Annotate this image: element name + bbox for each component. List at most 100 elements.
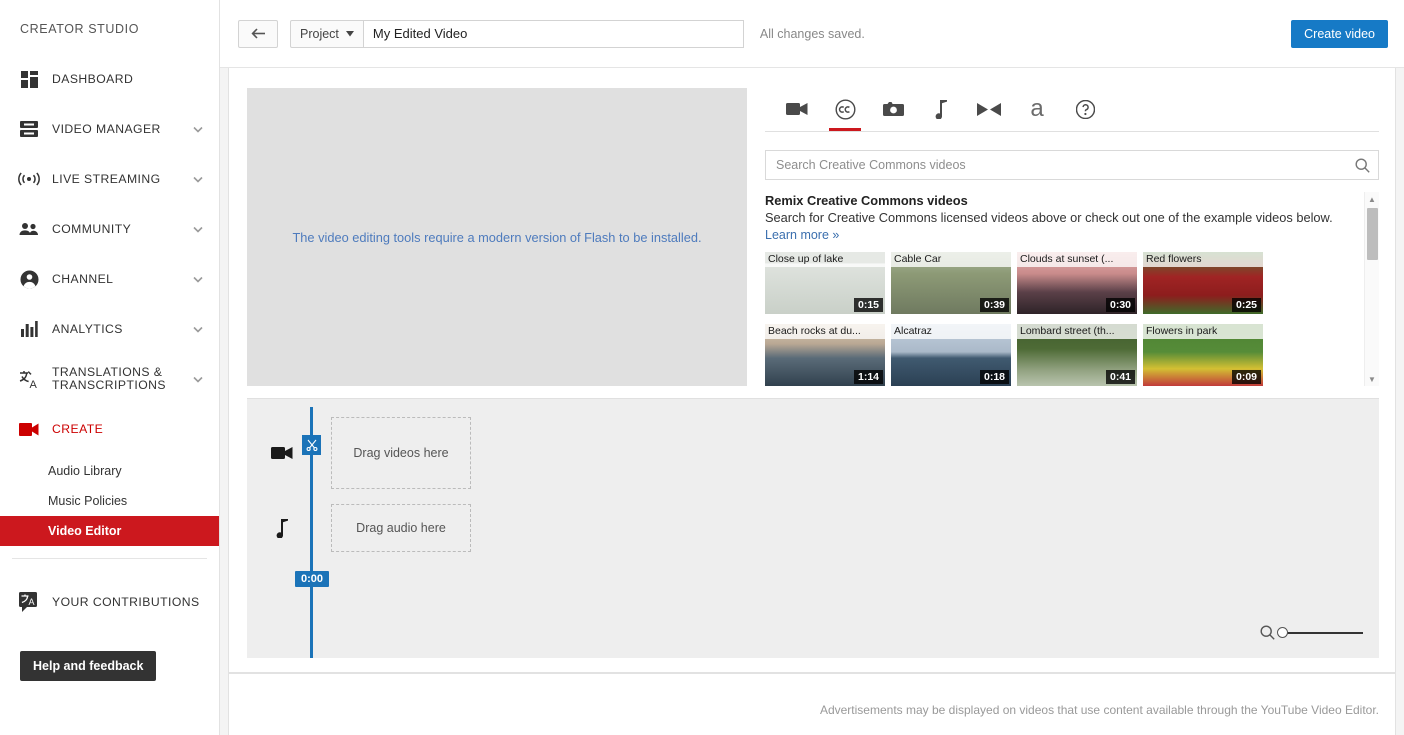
workspace: The video editing tools require a modern… xyxy=(228,68,1396,673)
sidebar-item-create[interactable]: CREATE xyxy=(0,404,219,454)
community-icon xyxy=(18,218,40,240)
tab-videos[interactable] xyxy=(773,87,821,131)
video-editor-page: CREATOR STUDIO DASHBOARD VIDEO MANAGER L… xyxy=(0,0,1404,735)
video-track-row: Drag videos here xyxy=(265,417,471,489)
search-input[interactable] xyxy=(776,158,1355,172)
learn-more-link[interactable]: Learn more » xyxy=(765,226,1357,244)
sidebar-item-label: COMMUNITY xyxy=(52,222,191,236)
zoom-slider-track[interactable] xyxy=(1283,632,1363,634)
video-thumbnail[interactable]: Cable Car 0:39 xyxy=(891,252,1011,314)
thumbnail-duration: 0:18 xyxy=(980,370,1009,384)
create-video-button[interactable]: Create video xyxy=(1291,20,1388,48)
tab-audio[interactable] xyxy=(917,87,965,131)
thumbnail-duration: 0:09 xyxy=(1232,370,1261,384)
top-toolbar: Project All changes saved. Create video xyxy=(220,0,1404,68)
thumbnail-grid: Close up of lake 0:15 Cable Car 0:39 Clo… xyxy=(765,252,1357,386)
scroll-down-arrow-icon[interactable]: ▼ xyxy=(1365,372,1379,386)
video-thumbnail[interactable]: Beach rocks at du... 1:14 xyxy=(765,324,885,386)
sidebar-item-video-manager[interactable]: VIDEO MANAGER xyxy=(0,104,219,154)
sidebar-subitem-video-editor[interactable]: Video Editor xyxy=(0,516,219,546)
contributions-icon: A xyxy=(18,591,40,613)
thumbnail-title: Close up of lake xyxy=(765,252,885,267)
thumbnail-title: Cable Car xyxy=(891,252,1011,267)
svg-text:A: A xyxy=(30,379,38,389)
chevron-down-icon xyxy=(191,172,205,186)
video-thumbnail[interactable]: Close up of lake 0:15 xyxy=(765,252,885,314)
create-icon xyxy=(18,418,40,440)
media-panel: a Remix Creative Commons videos Search f… xyxy=(765,88,1379,386)
sidebar-item-analytics[interactable]: ANALYTICS xyxy=(0,304,219,354)
video-thumbnail[interactable]: Red flowers 0:25 xyxy=(1143,252,1263,314)
chevron-down-icon xyxy=(346,31,354,37)
sidebar-item-label: CREATE xyxy=(52,422,205,436)
thumbnail-duration: 0:30 xyxy=(1106,298,1135,312)
magnifier-icon xyxy=(1260,625,1275,640)
sidebar-item-channel[interactable]: CHANNEL xyxy=(0,254,219,304)
tab-creative-commons[interactable] xyxy=(821,87,869,131)
scroll-up-arrow-icon[interactable]: ▲ xyxy=(1365,192,1379,206)
question-mark-icon xyxy=(1076,100,1095,119)
thumbnail-title: Red flowers xyxy=(1143,252,1263,267)
chevron-down-icon xyxy=(191,122,205,136)
video-thumbnail[interactable]: Alcatraz 0:18 xyxy=(891,324,1011,386)
cc-icon xyxy=(835,99,856,120)
tab-transitions[interactable] xyxy=(965,87,1013,131)
text-a-icon: a xyxy=(1030,98,1043,120)
search-bar[interactable] xyxy=(765,150,1379,180)
video-thumbnail[interactable]: Flowers in park 0:09 xyxy=(1143,324,1263,386)
video-preview-area[interactable]: The video editing tools require a modern… xyxy=(247,88,747,386)
thumbnail-title: Beach rocks at du... xyxy=(765,324,885,339)
thumbnail-title: Alcatraz xyxy=(891,324,1011,339)
timeline-area[interactable]: Drag videos here Drag audio here 0:00 xyxy=(247,398,1379,658)
save-status-text: All changes saved. xyxy=(760,27,865,41)
timeline-zoom-control[interactable] xyxy=(1260,625,1363,640)
editor-row: The video editing tools require a modern… xyxy=(229,68,1395,386)
sidebar-item-dashboard[interactable]: DASHBOARD xyxy=(0,54,219,104)
sidebar-item-label: ANALYTICS xyxy=(52,322,191,336)
video-camera-icon xyxy=(786,102,808,116)
back-button[interactable] xyxy=(238,20,278,48)
sidebar-item-community[interactable]: COMMUNITY xyxy=(0,204,219,254)
svg-text:A: A xyxy=(29,597,35,607)
main-area: Project All changes saved. Create video … xyxy=(220,0,1404,735)
thumbnail-duration: 0:15 xyxy=(854,298,883,312)
sidebar-item-live-streaming[interactable]: LIVE STREAMING xyxy=(0,154,219,204)
audio-dropzone[interactable]: Drag audio here xyxy=(331,504,471,552)
zoom-slider-knob[interactable] xyxy=(1277,627,1288,638)
thumbnail-duration: 0:25 xyxy=(1232,298,1261,312)
video-thumbnail[interactable]: Clouds at sunset (... 0:30 xyxy=(1017,252,1137,314)
sidebar-subitem-music-policies[interactable]: Music Policies xyxy=(0,486,219,516)
search-icon[interactable] xyxy=(1355,158,1370,173)
video-thumbnail[interactable]: Lombard street (th... 0:41 xyxy=(1017,324,1137,386)
sidebar-item-label: TRANSLATIONS & TRANSCRIPTIONS xyxy=(52,366,191,392)
channel-icon xyxy=(18,268,40,290)
sidebar-item-your-contributions[interactable]: A YOUR CONTRIBUTIONS xyxy=(0,577,219,627)
sidebar-item-label: VIDEO MANAGER xyxy=(52,122,191,136)
tab-help[interactable] xyxy=(1061,87,1109,131)
project-dropdown[interactable]: Project xyxy=(290,20,364,48)
tab-photos[interactable] xyxy=(869,87,917,131)
sidebar-subitem-audio-library[interactable]: Audio Library xyxy=(0,456,219,486)
sidebar-item-translations[interactable]: A TRANSLATIONS & TRANSCRIPTIONS xyxy=(0,354,219,404)
video-manager-icon xyxy=(18,118,40,140)
chevron-down-icon xyxy=(191,222,205,236)
thumbnail-duration: 0:41 xyxy=(1106,370,1135,384)
results-subtext: Search for Creative Commons licensed vid… xyxy=(765,209,1357,226)
video-dropzone[interactable]: Drag videos here xyxy=(331,417,471,489)
audio-track-row: Drag audio here xyxy=(265,504,471,552)
scissors-icon[interactable] xyxy=(302,435,321,455)
transition-icon xyxy=(977,103,1001,116)
tab-text[interactable]: a xyxy=(1013,87,1061,131)
create-submenu: Audio Library Music Policies Video Edito… xyxy=(0,456,219,546)
thumbnail-duration: 0:39 xyxy=(980,298,1009,312)
media-tabs: a xyxy=(765,88,1379,132)
help-and-feedback-button[interactable]: Help and feedback xyxy=(20,651,156,681)
sidebar-item-label: YOUR CONTRIBUTIONS xyxy=(52,595,205,609)
results-scrollbar[interactable]: ▲ ▼ xyxy=(1364,192,1379,386)
music-note-icon xyxy=(265,519,299,538)
analytics-icon xyxy=(18,318,40,340)
playhead-time-label: 0:00 xyxy=(295,571,329,587)
scrollbar-thumb[interactable] xyxy=(1367,208,1378,260)
results-heading: Remix Creative Commons videos xyxy=(765,192,1357,209)
project-title-input[interactable] xyxy=(364,20,744,48)
